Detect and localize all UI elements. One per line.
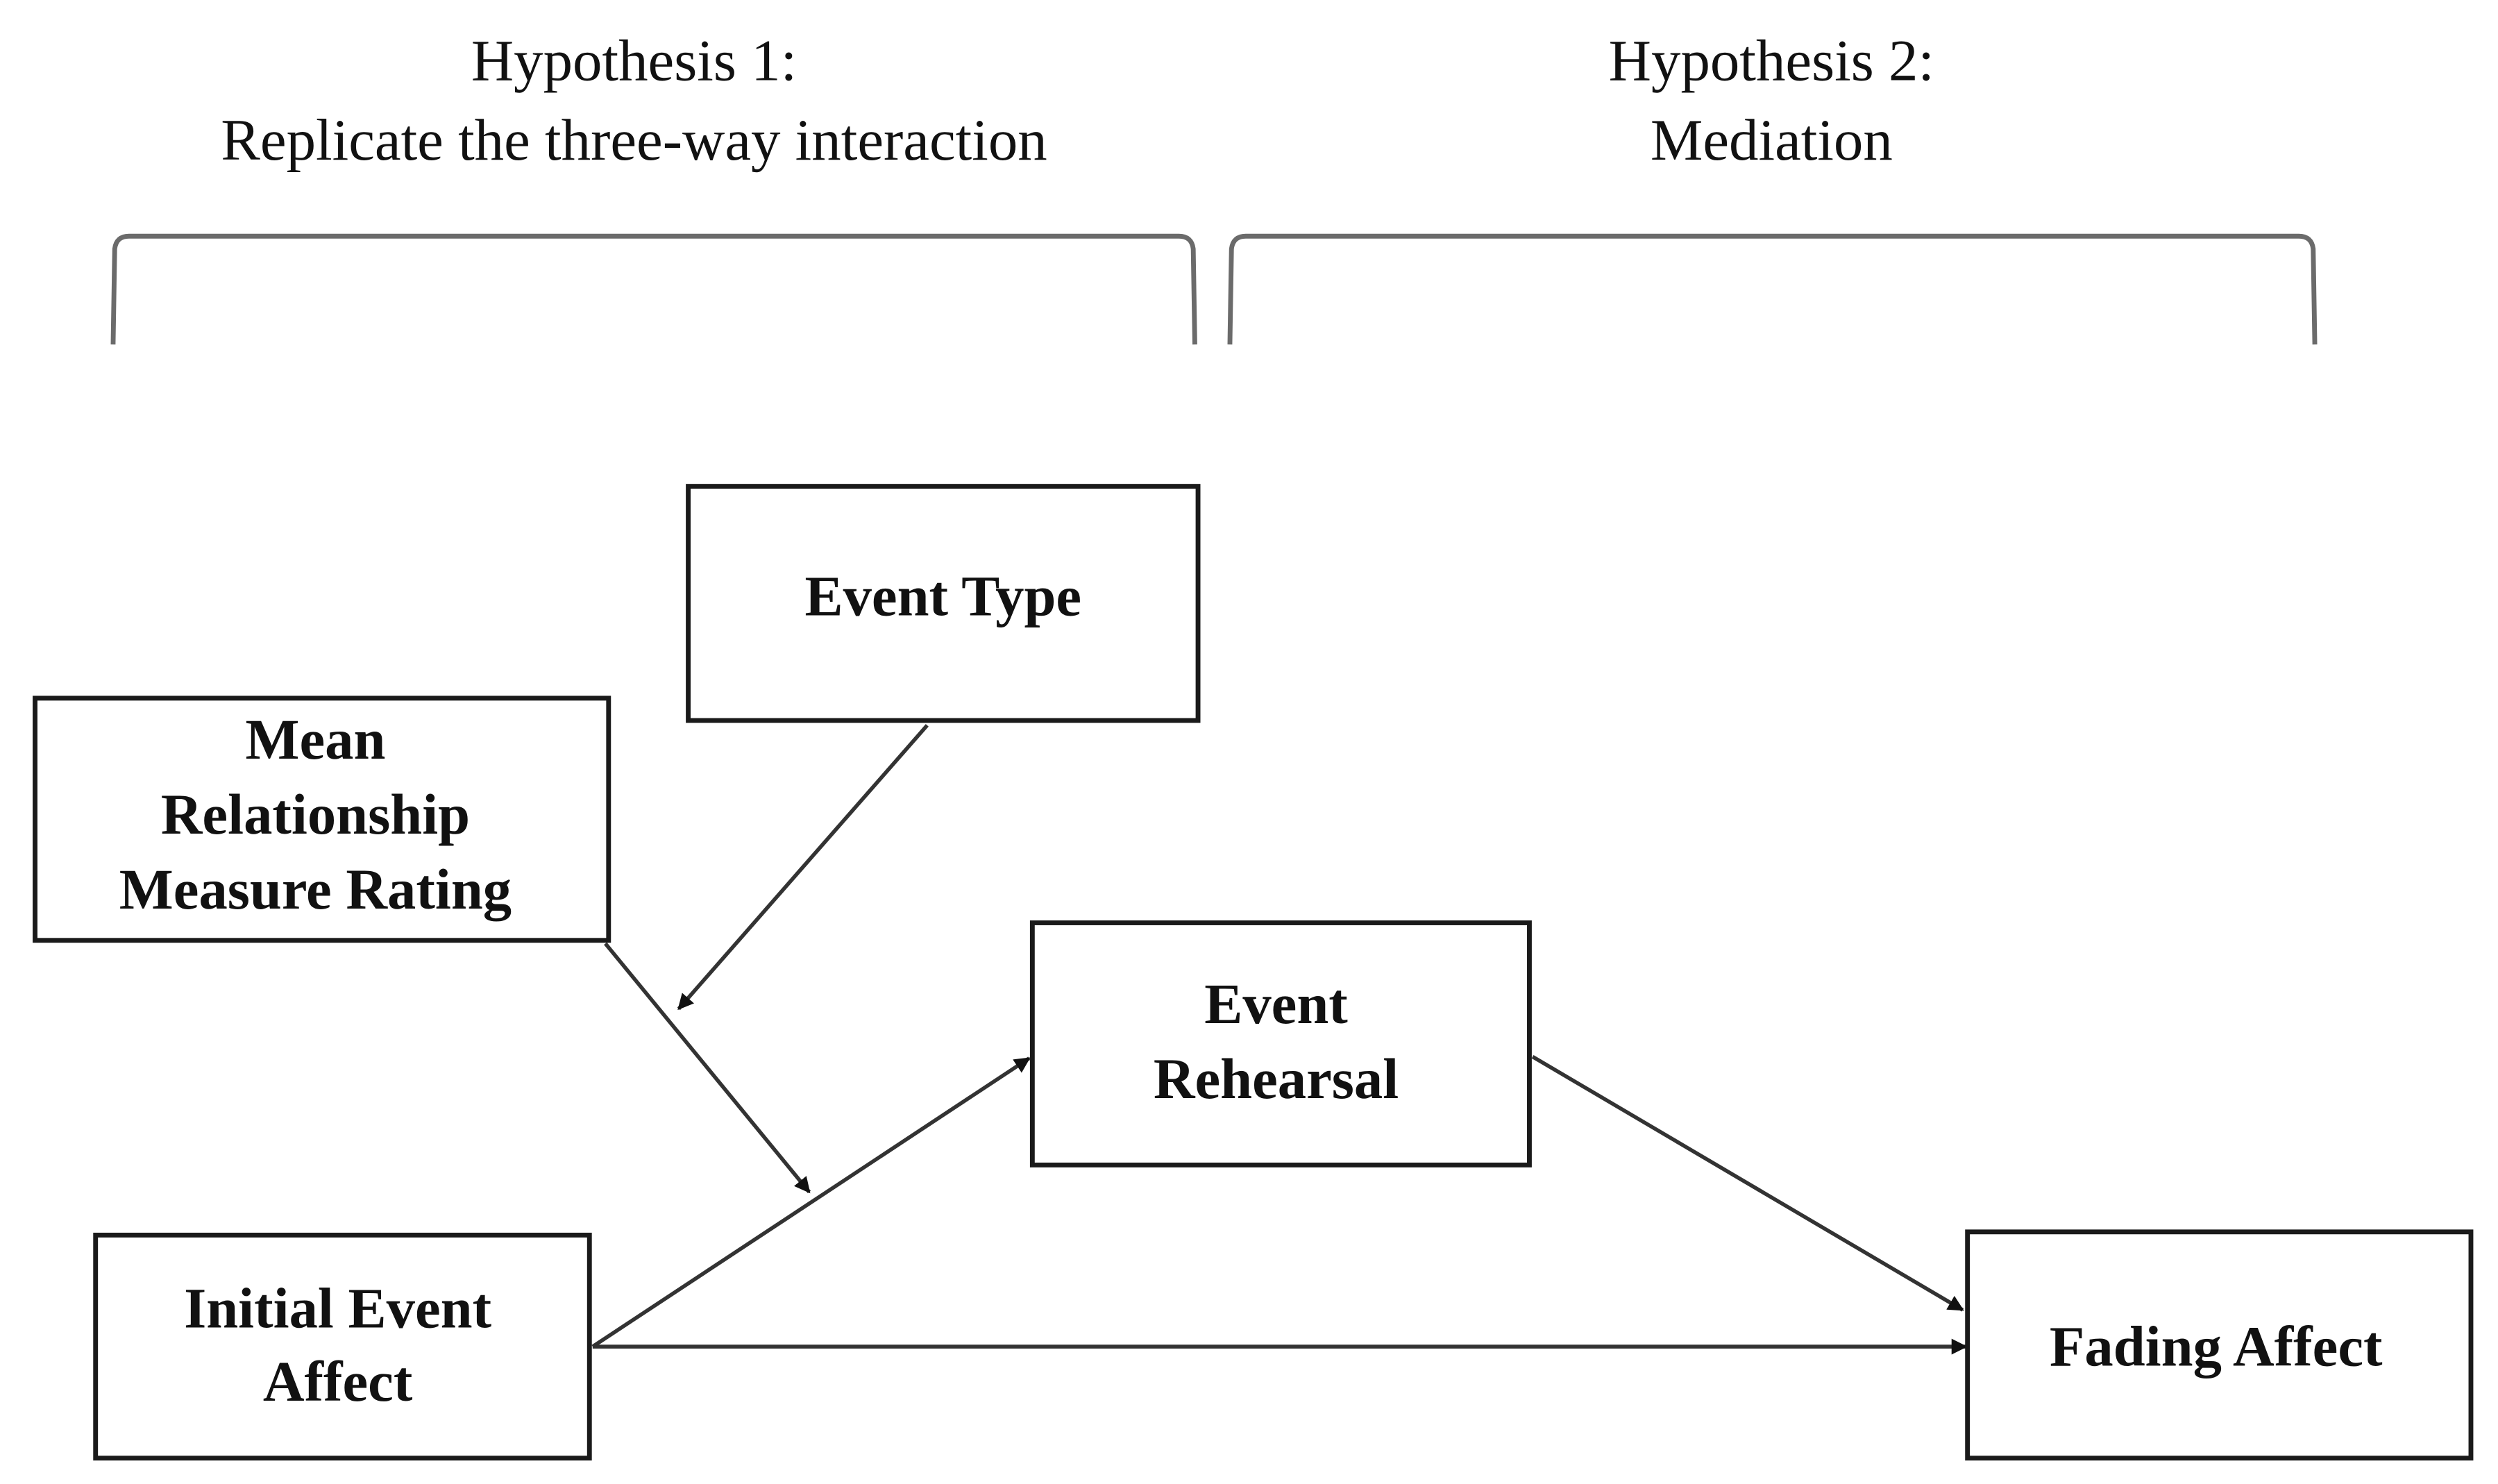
node-event-type-label: Event Type [804, 564, 1081, 628]
node-initial-event-affect-line-2: Affect [263, 1349, 413, 1413]
node-initial-event-affect: Initial Event Affect [93, 1232, 592, 1461]
hypothesis-1-bracket [110, 233, 1197, 345]
hypothesis-1-subtitle: Replicate the three-way interaction [221, 108, 1047, 173]
arrow-initial-to-rehearsal [591, 1056, 1031, 1349]
node-fading-affect-label: Fading Affect [2050, 1315, 2383, 1378]
node-initial-event-affect-line-1: Initial Event [184, 1276, 492, 1340]
node-fading-affect: Fading Affect [1965, 1229, 2474, 1461]
node-event-type: Event Type [686, 484, 1201, 723]
diagram-canvas: Hypothesis 1: Replicate the three-way in… [33, 28, 2474, 1461]
node-mean-relationship: Mean Relationship Measure Rating [33, 695, 611, 943]
node-mean-relationship-line-2: Relationship [161, 782, 470, 846]
hypothesis-2-bracket [1227, 233, 2318, 345]
arrow-mean-relationship-to-path [604, 942, 811, 1194]
hypothesis-2-title: Hypothesis 2: [1609, 28, 1934, 93]
hypothesis-1-title: Hypothesis 1: [471, 28, 797, 93]
arrow-event-type-to-path [677, 724, 929, 1011]
node-event-rehearsal: Event Rehearsal [1029, 920, 1532, 1167]
node-event-rehearsal-line-2: Rehearsal [1154, 1047, 1399, 1111]
node-event-rehearsal-line-1: Event [1204, 972, 1348, 1036]
node-mean-relationship-line-1: Mean [245, 707, 385, 771]
node-mean-relationship-line-3: Measure Rating [119, 857, 512, 921]
arrow-rehearsal-to-fading [1531, 1054, 1964, 1312]
hypothesis-2-subtitle: Mediation [1651, 108, 1893, 173]
